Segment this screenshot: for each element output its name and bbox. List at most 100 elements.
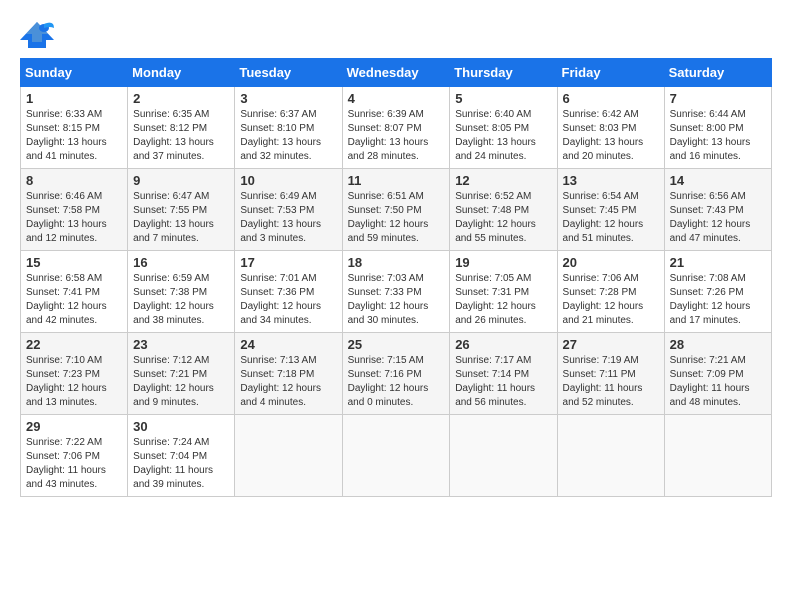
day-info: Sunrise: 6:47 AMSunset: 7:55 PMDaylight:… — [133, 190, 229, 246]
calendar-day-cell: 6 Sunrise: 6:42 AMSunset: 8:03 PMDaylight… — [557, 87, 664, 169]
day-number: 23 — [133, 337, 229, 352]
calendar-day-cell: 29 Sunrise: 7:22 AMSunset: 7:06 PMDayligh… — [21, 415, 128, 497]
day-number: 15 — [26, 255, 122, 270]
day-info: Sunrise: 7:12 AMSunset: 7:21 PMDaylight:… — [133, 354, 229, 410]
calendar-day-cell: 15 Sunrise: 6:58 AMSunset: 7:41 PMDayligh… — [21, 251, 128, 333]
day-info: Sunrise: 7:08 AMSunset: 7:26 PMDaylight:… — [670, 272, 766, 328]
calendar-day-cell — [664, 415, 771, 497]
calendar-day-cell — [557, 415, 664, 497]
day-number: 29 — [26, 419, 122, 434]
calendar-week-row: 29 Sunrise: 7:22 AMSunset: 7:06 PMDayligh… — [21, 415, 772, 497]
calendar-day-cell: 13 Sunrise: 6:54 AMSunset: 7:45 PMDayligh… — [557, 169, 664, 251]
weekday-header-sunday: Sunday — [21, 59, 128, 87]
calendar-day-cell: 27 Sunrise: 7:19 AMSunset: 7:11 PMDayligh… — [557, 333, 664, 415]
day-number: 5 — [455, 91, 551, 106]
calendar-day-cell: 26 Sunrise: 7:17 AMSunset: 7:14 PMDayligh… — [450, 333, 557, 415]
calendar-day-cell: 28 Sunrise: 7:21 AMSunset: 7:09 PMDayligh… — [664, 333, 771, 415]
day-number: 8 — [26, 173, 122, 188]
calendar-day-cell: 7Sunrise: 6:44 AMSunset: 8:00 PMDaylight… — [664, 87, 771, 169]
day-info: Sunrise: 6:39 AMSunset: 8:07 PMDaylight:… — [348, 108, 445, 164]
day-number: 21 — [670, 255, 766, 270]
day-number: 13 — [563, 173, 659, 188]
calendar-day-cell — [342, 415, 450, 497]
calendar-day-cell: 3 Sunrise: 6:37 AMSunset: 8:10 PMDaylight… — [235, 87, 342, 169]
day-info: Sunrise: 7:15 AMSunset: 7:16 PMDaylight:… — [348, 354, 445, 410]
day-number: 20 — [563, 255, 659, 270]
day-number: 6 — [563, 91, 659, 106]
day-info: Sunrise: 7:17 AMSunset: 7:14 PMDaylight:… — [455, 354, 551, 410]
day-number: 22 — [26, 337, 122, 352]
calendar-day-cell: 12Sunrise: 6:52 AMSunset: 7:48 PMDayligh… — [450, 169, 557, 251]
day-number: 24 — [240, 337, 336, 352]
day-info: Sunrise: 6:46 AMSunset: 7:58 PMDaylight:… — [26, 190, 122, 246]
calendar-day-cell: 23 Sunrise: 7:12 AMSunset: 7:21 PMDayligh… — [128, 333, 235, 415]
day-info: Sunrise: 6:40 AMSunset: 8:05 PMDaylight:… — [455, 108, 551, 164]
day-number: 4 — [348, 91, 445, 106]
day-number: 28 — [670, 337, 766, 352]
day-info: Sunrise: 7:22 AMSunset: 7:06 PMDaylight:… — [26, 436, 122, 492]
day-info: Sunrise: 7:19 AMSunset: 7:11 PMDaylight:… — [563, 354, 659, 410]
day-number: 27 — [563, 337, 659, 352]
calendar-day-cell: 19 Sunrise: 7:05 AMSunset: 7:31 PMDayligh… — [450, 251, 557, 333]
day-number: 26 — [455, 337, 551, 352]
day-number: 18 — [348, 255, 445, 270]
calendar-day-cell: 25 Sunrise: 7:15 AMSunset: 7:16 PMDayligh… — [342, 333, 450, 415]
day-number: 2 — [133, 91, 229, 106]
day-info: Sunrise: 6:54 AMSunset: 7:45 PMDaylight:… — [563, 190, 659, 246]
calendar-day-cell — [235, 415, 342, 497]
day-info: Sunrise: 7:13 AMSunset: 7:18 PMDaylight:… — [240, 354, 336, 410]
day-number: 10 — [240, 173, 336, 188]
day-info: Sunrise: 6:33 AMSunset: 8:15 PMDaylight:… — [26, 108, 122, 164]
calendar-day-cell: 17Sunrise: 7:01 AMSunset: 7:36 PMDayligh… — [235, 251, 342, 333]
day-number: 16 — [133, 255, 229, 270]
day-info: Sunrise: 7:10 AMSunset: 7:23 PMDaylight:… — [26, 354, 122, 410]
calendar-day-cell: 16 Sunrise: 6:59 AMSunset: 7:38 PMDayligh… — [128, 251, 235, 333]
calendar-day-cell: 10 Sunrise: 6:49 AMSunset: 7:53 PMDayligh… — [235, 169, 342, 251]
calendar-day-cell: 30Sunrise: 7:24 AMSunset: 7:04 PMDayligh… — [128, 415, 235, 497]
calendar-day-cell: 9 Sunrise: 6:47 AMSunset: 7:55 PMDaylight… — [128, 169, 235, 251]
calendar-table: SundayMondayTuesdayWednesdayThursdayFrid… — [20, 58, 772, 497]
weekday-header-saturday: Saturday — [664, 59, 771, 87]
calendar-day-cell: 18 Sunrise: 7:03 AMSunset: 7:33 PMDayligh… — [342, 251, 450, 333]
weekday-header-friday: Friday — [557, 59, 664, 87]
day-info: Sunrise: 7:06 AMSunset: 7:28 PMDaylight:… — [563, 272, 659, 328]
day-info: Sunrise: 6:52 AMSunset: 7:48 PMDaylight:… — [455, 190, 551, 246]
day-info: Sunrise: 6:35 AMSunset: 8:12 PMDaylight:… — [133, 108, 229, 164]
calendar-day-cell: 5 Sunrise: 6:40 AMSunset: 8:05 PMDaylight… — [450, 87, 557, 169]
calendar-week-row: 22 Sunrise: 7:10 AMSunset: 7:23 PMDayligh… — [21, 333, 772, 415]
day-number: 30 — [133, 419, 229, 434]
calendar-day-cell: 1 Sunrise: 6:33 AMSunset: 8:15 PMDaylight… — [21, 87, 128, 169]
day-number: 3 — [240, 91, 336, 106]
day-info: Sunrise: 7:03 AMSunset: 7:33 PMDaylight:… — [348, 272, 445, 328]
day-info: Sunrise: 7:21 AMSunset: 7:09 PMDaylight:… — [670, 354, 766, 410]
logo-icon — [20, 20, 54, 48]
day-number: 19 — [455, 255, 551, 270]
day-info: Sunrise: 7:05 AMSunset: 7:31 PMDaylight:… — [455, 272, 551, 328]
weekday-header-thursday: Thursday — [450, 59, 557, 87]
day-info: Sunrise: 6:58 AMSunset: 7:41 PMDaylight:… — [26, 272, 122, 328]
calendar-day-cell: 14Sunrise: 6:56 AMSunset: 7:43 PMDayligh… — [664, 169, 771, 251]
day-number: 25 — [348, 337, 445, 352]
calendar-day-cell: 22 Sunrise: 7:10 AMSunset: 7:23 PMDayligh… — [21, 333, 128, 415]
day-info: Sunrise: 6:59 AMSunset: 7:38 PMDaylight:… — [133, 272, 229, 328]
weekday-header-wednesday: Wednesday — [342, 59, 450, 87]
day-info: Sunrise: 6:51 AMSunset: 7:50 PMDaylight:… — [348, 190, 445, 246]
calendar-day-cell: 21 Sunrise: 7:08 AMSunset: 7:26 PMDayligh… — [664, 251, 771, 333]
day-info: Sunrise: 6:49 AMSunset: 7:53 PMDaylight:… — [240, 190, 336, 246]
day-info: Sunrise: 6:56 AMSunset: 7:43 PMDaylight:… — [670, 190, 766, 246]
calendar-day-cell: 2 Sunrise: 6:35 AMSunset: 8:12 PMDaylight… — [128, 87, 235, 169]
calendar-day-cell: 11Sunrise: 6:51 AMSunset: 7:50 PMDayligh… — [342, 169, 450, 251]
calendar-week-row: 1 Sunrise: 6:33 AMSunset: 8:15 PMDaylight… — [21, 87, 772, 169]
day-info: Sunrise: 6:42 AMSunset: 8:03 PMDaylight:… — [563, 108, 659, 164]
page-header — [20, 20, 772, 48]
calendar-header-row: SundayMondayTuesdayWednesdayThursdayFrid… — [21, 59, 772, 87]
day-info: Sunrise: 6:44 AMSunset: 8:00 PMDaylight:… — [670, 108, 766, 164]
calendar-day-cell: 8 Sunrise: 6:46 AMSunset: 7:58 PMDaylight… — [21, 169, 128, 251]
day-info: Sunrise: 6:37 AMSunset: 8:10 PMDaylight:… — [240, 108, 336, 164]
calendar-week-row: 15 Sunrise: 6:58 AMSunset: 7:41 PMDayligh… — [21, 251, 772, 333]
calendar-day-cell: 4 Sunrise: 6:39 AMSunset: 8:07 PMDaylight… — [342, 87, 450, 169]
day-number: 9 — [133, 173, 229, 188]
day-number: 1 — [26, 91, 122, 106]
logo — [20, 20, 58, 48]
day-number: 17 — [240, 255, 336, 270]
